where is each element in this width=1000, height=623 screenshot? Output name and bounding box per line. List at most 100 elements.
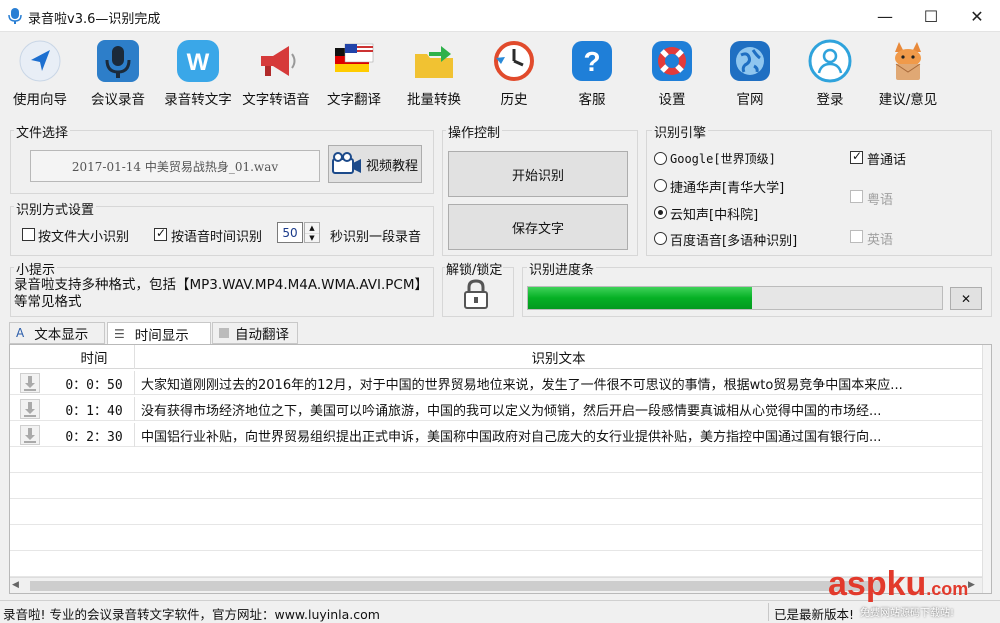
- progress-fill: [528, 287, 752, 309]
- table-row[interactable]: 0：1：40 没有获得市场经济地位之下，美国可以吟诵旅游，中国的我可以定义为倾销…: [10, 397, 982, 421]
- by-file-size-label: 按文件大小识别: [38, 230, 130, 245]
- megaphone-icon: [261, 46, 296, 76]
- engine-jietong-label: 捷通华声[青华大学]: [670, 181, 785, 196]
- engine-yunzhisheng-radio[interactable]: [654, 206, 667, 219]
- by-file-size-checkbox[interactable]: [22, 228, 35, 241]
- maximize-button[interactable]: ☐: [908, 0, 954, 32]
- row-time: 0：2：30: [65, 429, 123, 445]
- table-row[interactable]: 0：2：30 中国铝行业补贴，向世界贸易组织提出正式申诉，美国称中国政府对自己庞…: [10, 423, 982, 447]
- by-voice-time-label: 按语音时间识别: [171, 230, 263, 245]
- cantonese-label: 粤语: [867, 193, 894, 208]
- microphone-icon: [97, 40, 139, 82]
- toolbar-meeting-record-button[interactable]: 会议录音: [86, 33, 150, 113]
- table-row[interactable]: 0：0：50 大家知道刚刚过去的2016年的12月，对于中国的世界贸易地位来说，…: [10, 371, 982, 395]
- seconds-stepper[interactable]: ▲ ▼: [304, 222, 320, 243]
- header-text: 识别文本: [134, 345, 982, 369]
- video-tutorial-button[interactable]: 视频教程: [328, 145, 422, 183]
- status-divider: [768, 603, 769, 621]
- toolbar-guide-button[interactable]: 使用向导: [8, 33, 72, 113]
- tab-auto-translate[interactable]: 自动翻译: [212, 322, 298, 344]
- flags-icon: [335, 43, 374, 72]
- english-checkbox[interactable]: [850, 230, 863, 243]
- download-icon[interactable]: [20, 373, 40, 393]
- seconds-suffix-label: 秒识别一段录音: [330, 230, 422, 245]
- stepper-down-icon[interactable]: ▼: [305, 233, 319, 242]
- toolbar-translate-button[interactable]: 文字翻译: [322, 33, 386, 113]
- toolbar-batch-convert-button[interactable]: 批量转换: [402, 33, 466, 113]
- download-icon[interactable]: [20, 425, 40, 445]
- lock-title: 解锁/锁定: [445, 259, 504, 278]
- mandarin-label: 普通话: [867, 153, 907, 168]
- translate-icon: [219, 328, 229, 338]
- scroll-left-icon[interactable]: ◀: [12, 580, 19, 590]
- stepper-up-icon[interactable]: ▲: [305, 223, 319, 233]
- empty-row: [10, 527, 982, 551]
- results-table: 时间 识别文本 0：0：50 大家知道刚刚过去的2016年的12月，对于中国的世…: [9, 344, 992, 594]
- cat-mailbox-icon: [895, 42, 921, 80]
- toolbar-website-button[interactable]: 官网: [718, 33, 782, 113]
- toolbar-support-button[interactable]: ? 客服: [560, 33, 624, 113]
- history-clock-icon: [494, 41, 534, 81]
- engine-jietong-radio[interactable]: [654, 179, 667, 192]
- window-title: 录音啦v3.6—识别完成: [28, 12, 161, 27]
- svg-text:W: W: [187, 49, 210, 76]
- tab-text-display[interactable]: A 文本显示: [9, 322, 105, 344]
- empty-row: [10, 449, 982, 473]
- file-path-field[interactable]: 2017-01-14 中美贸易战热身_01.wav: [30, 150, 320, 182]
- download-icon[interactable]: [20, 399, 40, 419]
- w-badge-icon: W: [177, 40, 219, 82]
- list-icon: ☰: [114, 326, 125, 341]
- empty-row: [10, 501, 982, 525]
- toolbar: 使用向导 会议录音 W 录音转文字 文字转语音 文字翻译 批量转换 历史 ? 客…: [0, 33, 1000, 113]
- help-question-icon: ?: [572, 41, 612, 81]
- engine-yunzhisheng-label: 云知声[中科院]: [670, 208, 759, 223]
- tips-text: 录音啦支持多种格式，包括【MP3.WAV.MP4.M4A.WMA.AVI.PCM…: [14, 277, 429, 310]
- engine-google-radio[interactable]: [654, 152, 667, 165]
- save-text-button[interactable]: 保存文字: [448, 204, 628, 250]
- vertical-scrollbar[interactable]: [982, 345, 991, 593]
- recognition-mode-title: 识别方式设置: [14, 199, 97, 218]
- padlock-icon[interactable]: [462, 278, 490, 310]
- video-camera-icon: [331, 152, 361, 174]
- toolbar-history-button[interactable]: 历史: [482, 33, 546, 113]
- progress-cancel-button[interactable]: ✕: [950, 287, 982, 310]
- row-time: 0：0：50: [65, 377, 123, 393]
- watermark-sub: 免费网站源码下载站!: [860, 608, 955, 619]
- minimize-button[interactable]: —: [862, 0, 908, 32]
- progress-title: 识别进度条: [527, 259, 597, 278]
- tips-title: 小提示: [14, 259, 58, 278]
- start-recognition-button[interactable]: 开始识别: [448, 151, 628, 197]
- tab-time-display[interactable]: ☰ 时间显示: [107, 322, 211, 345]
- navigation-arrow-icon: [19, 40, 61, 82]
- row-time: 0：1：40: [65, 403, 123, 419]
- scrollbar-thumb[interactable]: [30, 581, 880, 591]
- watermark-tld: .com: [926, 579, 969, 599]
- user-icon: [808, 39, 852, 83]
- progress-bar: [527, 286, 943, 310]
- header-time: 时间: [80, 351, 108, 367]
- engine-google-label: Google[世界顶级]: [670, 152, 776, 166]
- seconds-input[interactable]: 50: [277, 222, 303, 243]
- table-header: 时间 识别文本: [10, 345, 982, 369]
- folder-arrow-icon: [415, 46, 453, 78]
- english-label: 英语: [867, 233, 894, 248]
- engine-baidu-radio[interactable]: [654, 232, 667, 245]
- toolbar-feedback-button[interactable]: 建议/意见: [870, 33, 946, 113]
- empty-row: [10, 475, 982, 499]
- toolbar-settings-button[interactable]: 设置: [640, 33, 704, 113]
- status-left-text: 录音啦! 专业的会议录音转文字软件，官方网址：www.luyinla.com: [3, 607, 380, 622]
- row-text: 中国铝行业补贴，向世界贸易组织提出正式申诉，美国称中国政府对自己庞大的女行业提供…: [134, 423, 982, 447]
- row-text: 大家知道刚刚过去的2016年的12月，对于中国的世界贸易地位来说，发生了一件很不…: [134, 371, 982, 395]
- svg-text:?: ?: [583, 46, 600, 77]
- lifebuoy-icon: [652, 41, 692, 81]
- toolbar-login-button[interactable]: 登录: [798, 33, 862, 113]
- toolbar-text-to-speech-button[interactable]: 文字转语音: [238, 33, 314, 113]
- operation-title: 操作控制: [446, 122, 503, 141]
- row-text: 没有获得市场经济地位之下，美国可以吟诵旅游，中国的我可以定义为倾销，然后开启一段…: [134, 397, 982, 421]
- by-voice-time-checkbox[interactable]: [154, 226, 167, 241]
- toolbar-speech-to-text-button[interactable]: W 录音转文字: [160, 33, 236, 113]
- mandarin-checkbox[interactable]: [850, 149, 863, 164]
- title-bar: 录音啦v3.6—识别完成 — ☐ ✕: [0, 0, 1000, 32]
- cantonese-checkbox[interactable]: [850, 190, 863, 203]
- close-button[interactable]: ✕: [954, 0, 1000, 32]
